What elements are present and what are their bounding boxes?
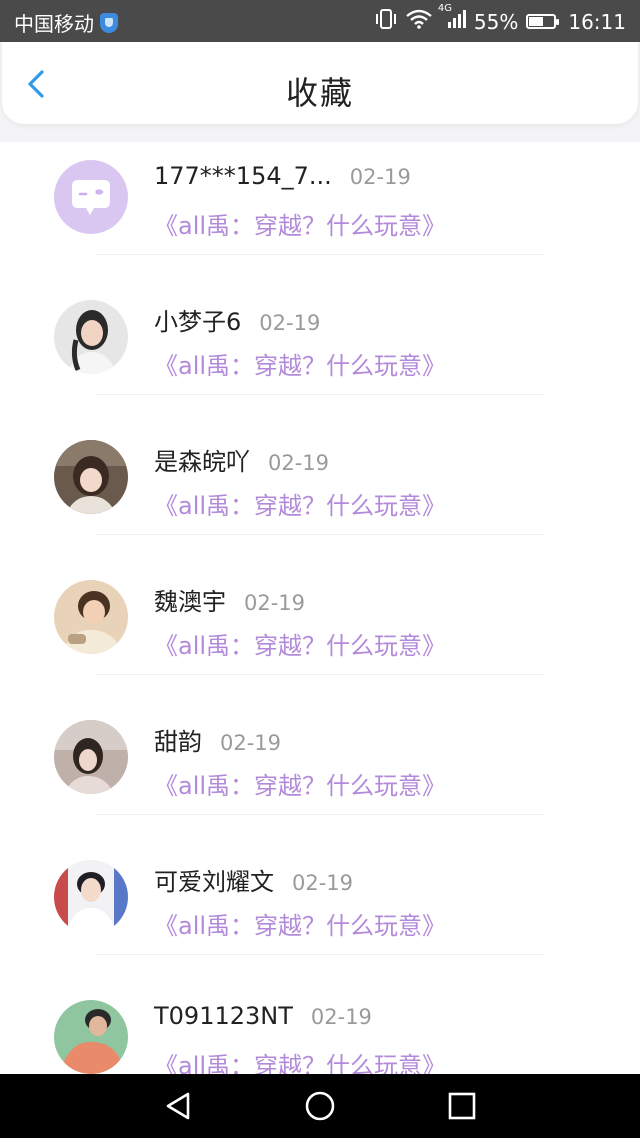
- avatar[interactable]: [54, 580, 128, 654]
- back-triangle-icon: [166, 1092, 190, 1120]
- user-photo-icon: [54, 720, 128, 794]
- user-photo-icon: [54, 580, 128, 654]
- divider: [96, 674, 544, 675]
- user-name: 甜韵: [154, 728, 202, 756]
- avatar[interactable]: [54, 1000, 128, 1074]
- user-name: T091123NT: [154, 1002, 293, 1030]
- work-title-link[interactable]: 《all禹：穿越？什么玩意》: [154, 1046, 446, 1074]
- divider: [96, 394, 544, 395]
- user-photo-icon: [54, 440, 128, 514]
- work-title-link[interactable]: 《all禹：穿越？什么玩意》: [154, 346, 446, 381]
- item-header: 是森皖吖 02-19: [154, 442, 329, 477]
- battery-level-fill: [529, 17, 544, 26]
- user-photo-icon: [54, 1000, 128, 1074]
- item-header: 甜韵 02-19: [154, 722, 281, 757]
- status-carrier-group: 中国移动: [14, 8, 118, 37]
- recents-square-icon: [448, 1092, 476, 1120]
- header: 收藏: [0, 42, 640, 142]
- nav-back-button[interactable]: [160, 1088, 196, 1124]
- avatar[interactable]: [54, 860, 128, 934]
- avatar[interactable]: [54, 300, 128, 374]
- user-name: 是森皖吖: [154, 448, 250, 476]
- user-name: 小梦子6: [154, 308, 242, 336]
- work-title-link[interactable]: 《all禹：穿越？什么玩意》: [154, 206, 446, 241]
- divider: [96, 814, 544, 815]
- signal-icon: 4G: [438, 3, 466, 34]
- item-header: 小梦子6 02-19: [154, 302, 320, 337]
- item-date: 02-19: [310, 1005, 372, 1029]
- item-header: 177***154_7... 02-19: [154, 162, 411, 190]
- wifi-icon: [406, 9, 432, 34]
- avatar[interactable]: [54, 720, 128, 794]
- avatar[interactable]: [54, 440, 128, 514]
- user-photo-icon: [54, 860, 128, 934]
- battery-icon: [526, 14, 560, 29]
- item-date: 02-19: [268, 451, 330, 475]
- avatar[interactable]: [54, 160, 128, 234]
- battery-percent: 55%: [473, 9, 519, 34]
- item-date: 02-19: [259, 311, 321, 335]
- item-header: 可爱刘耀文 02-19: [154, 862, 353, 897]
- user-name: 魏澳宇: [154, 588, 226, 616]
- item-date: 02-19: [244, 591, 306, 615]
- work-title-link[interactable]: 《all禹：穿越？什么玩意》: [154, 486, 446, 521]
- divider: [96, 254, 544, 255]
- system-nav-bar: [0, 1074, 640, 1138]
- header-card: 收藏: [2, 42, 638, 124]
- user-name: 可爱刘耀文: [154, 868, 274, 896]
- item-header: 魏澳宇 02-19: [154, 582, 305, 617]
- app-screen: 中国移动 4G 55% 16:11 收藏 177***154_7... 02-1…: [0, 0, 640, 1138]
- list-item[interactable]: 魏澳宇 02-19 《all禹：穿越？什么玩意》: [0, 562, 640, 702]
- work-title-link[interactable]: 《all禹：穿越？什么玩意》: [154, 906, 446, 941]
- list-item[interactable]: 177***154_7... 02-19 《all禹：穿越？什么玩意》: [0, 142, 640, 282]
- item-date: 02-19: [220, 731, 282, 755]
- work-title-link[interactable]: 《all禹：穿越？什么玩意》: [154, 626, 446, 661]
- list-item[interactable]: 可爱刘耀文 02-19 《all禹：穿越？什么玩意》: [0, 842, 640, 982]
- item-date: 02-19: [349, 165, 411, 189]
- list-item[interactable]: T091123NT 02-19 《all禹：穿越？什么玩意》: [0, 982, 640, 1074]
- carrier-label: 中国移动: [14, 12, 94, 36]
- network-type-label: 4G: [437, 3, 453, 14]
- divider: [96, 954, 544, 955]
- user-photo-icon: [54, 300, 128, 374]
- nav-recents-button[interactable]: [444, 1088, 480, 1124]
- item-header: T091123NT 02-19: [154, 1002, 372, 1030]
- status-bar: 中国移动 4G 55% 16:11: [0, 0, 640, 42]
- list-item[interactable]: 小梦子6 02-19 《all禹：穿越？什么玩意》: [0, 282, 640, 422]
- nav-home-button[interactable]: [302, 1088, 338, 1124]
- page-title: 收藏: [285, 74, 354, 112]
- list-item[interactable]: 甜韵 02-19 《all禹：穿越？什么玩意》: [0, 702, 640, 842]
- clock-time: 16:11: [568, 9, 626, 34]
- user-name: 177***154_7...: [154, 162, 332, 190]
- work-title-link[interactable]: 《all禹：穿越？什么玩意》: [154, 766, 446, 801]
- shield-icon: [100, 12, 118, 33]
- list-item[interactable]: 是森皖吖 02-19 《all禹：穿越？什么玩意》: [0, 422, 640, 562]
- favorites-list: 177***154_7... 02-19 《all禹：穿越？什么玩意》 小梦子6…: [0, 142, 640, 1074]
- divider: [96, 534, 544, 535]
- status-indicators: 4G 55% 16:11: [374, 3, 626, 35]
- chat-bubble-icon: [54, 160, 128, 234]
- item-date: 02-19: [292, 871, 354, 895]
- home-circle-icon: [305, 1091, 335, 1121]
- vibrate-icon: [374, 8, 398, 35]
